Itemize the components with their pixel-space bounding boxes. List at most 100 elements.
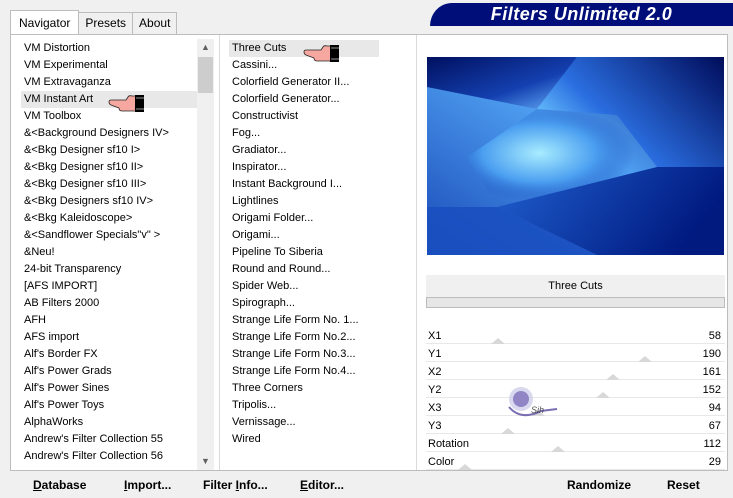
slider-track[interactable] [426,379,725,380]
filter-item[interactable]: Strange Life Form No.3... [229,346,379,363]
filter-name-label: Three Cuts [426,275,725,297]
param-label: X2 [428,366,442,378]
category-item[interactable]: VM Extravaganza [21,74,197,91]
param-slider-rotation[interactable]: Rotation 112 [426,435,725,453]
slider-knob[interactable] [501,428,515,434]
category-item[interactable]: Alf's Power Toys [21,397,197,414]
filter-list[interactable]: Three Cuts Cassini... Colorfield Generator… [229,40,379,448]
slider-knob[interactable] [458,464,472,470]
param-slider-x2[interactable]: X2 161 [426,363,725,381]
param-slider-x1[interactable]: X1 58 [426,327,725,345]
database-button[interactable]: Database [33,474,86,496]
filter-item[interactable]: Constructivist [229,108,379,125]
scroll-down-arrow-icon[interactable]: ▼ [197,453,214,470]
slider-track[interactable] [426,433,725,434]
category-item[interactable]: AB Filters 2000 [21,295,197,312]
param-value: 58 [708,330,721,342]
category-item[interactable]: &<Bkg Designer sf10 III> [21,176,197,193]
filter-item[interactable]: Round and Round... [229,261,379,278]
filter-item[interactable]: Wired [229,431,379,448]
param-value: 152 [702,384,721,396]
slider-knob[interactable] [596,392,610,398]
filter-item[interactable]: Colorfield Generator II... [229,74,379,91]
category-item[interactable]: [AFS IMPORT] [21,278,197,295]
filter-item[interactable]: Spirograph... [229,295,379,312]
param-slider-y1[interactable]: Y1 190 [426,345,725,363]
category-item[interactable]: &<Bkg Kaleidoscope> [21,210,197,227]
category-item[interactable]: &<Bkg Designer sf10 II> [21,159,197,176]
param-label: Y1 [428,348,442,360]
param-label: Y3 [428,420,442,432]
filter-item[interactable]: Pipeline To Siberia [229,244,379,261]
editor-button[interactable]: Editor... [300,474,344,496]
scroll-up-arrow-icon[interactable]: ▲ [197,39,214,56]
tab-presets[interactable]: Presets [78,12,134,34]
randomize-button[interactable]: Randomize [567,474,631,496]
import-button[interactable]: Import... [124,474,171,496]
hand-pointer-icon [108,95,144,112]
slider-knob[interactable] [606,374,620,380]
filter-item[interactable]: Instant Background I... [229,176,379,193]
slider-track[interactable] [426,343,725,344]
progress-bar [426,297,725,308]
param-value: 112 [703,438,721,450]
category-item[interactable]: &<Sandflower Specials"v" > [21,227,197,244]
filter-info-button[interactable]: Filter Info... [203,474,268,496]
slider-track[interactable] [426,415,725,416]
list-divider [219,35,220,470]
filter-item[interactable]: Three Corners [229,380,379,397]
slider-knob[interactable] [491,338,505,344]
filter-item[interactable]: Vernissage... [229,414,379,431]
param-value: 67 [708,420,721,432]
filter-item[interactable]: Strange Life Form No.4... [229,363,379,380]
category-scrollbar[interactable]: ▲ ▼ [197,39,214,470]
category-item[interactable]: VM Experimental [21,57,197,74]
slider-track[interactable] [426,397,725,398]
slider-knob[interactable] [551,446,565,452]
category-item[interactable]: AlphaWorks [21,414,197,431]
param-slider-y3[interactable]: Y3 67 [426,417,725,435]
tab-bar: Navigator Presets About [10,10,178,34]
category-item[interactable]: &<Bkg Designer sf10 I> [21,142,197,159]
preview-image [427,57,724,255]
param-slider-x3[interactable]: X3 94 [426,399,725,417]
filter-item[interactable]: Tripolis... [229,397,379,414]
param-slider-color[interactable]: Color 29 [426,453,725,471]
category-item[interactable]: &<Background Designers IV> [21,125,197,142]
filter-item[interactable]: Origami... [229,227,379,244]
category-item[interactable]: VM Distortion [21,40,197,57]
tab-about[interactable]: About [132,12,178,34]
scroll-thumb[interactable] [198,57,213,93]
filter-item[interactable]: Inspirator... [229,159,379,176]
filter-item[interactable]: Fog... [229,125,379,142]
param-slider-y2[interactable]: Y2 152 [426,381,725,399]
filter-item[interactable]: Spider Web... [229,278,379,295]
title-banner: Filters Unlimited 2.0 [430,3,733,26]
tab-navigator[interactable]: Navigator [10,10,80,34]
filter-item[interactable]: Origami Folder... [229,210,379,227]
watermark-logo: Sih [508,387,558,417]
param-label: Color [428,456,455,468]
category-item[interactable]: AFH [21,312,197,329]
category-item[interactable]: Alf's Power Sines [21,380,197,397]
category-item[interactable]: &Neu! [21,244,197,261]
category-item[interactable]: Alf's Border FX [21,346,197,363]
filter-item[interactable]: Colorfield Generator... [229,91,379,108]
param-value: 190 [702,348,721,360]
filter-item[interactable]: Gradiator... [229,142,379,159]
category-item[interactable]: &<Bkg Designers sf10 IV> [21,193,197,210]
reset-button[interactable]: Reset [667,474,700,496]
category-item[interactable]: Andrew's Filter Collection 56 [21,448,197,465]
category-item[interactable]: AFS import [21,329,197,346]
slider-knob[interactable] [638,356,652,362]
filter-item[interactable]: Strange Life Form No. 1... [229,312,379,329]
param-label: X3 [428,402,442,414]
hand-pointer-icon [303,45,339,62]
slider-track[interactable] [426,451,725,452]
category-item[interactable]: Andrew's Filter Collection 55 [21,431,197,448]
category-item[interactable]: 24-bit Transparency [21,261,197,278]
filter-item[interactable]: Lightlines [229,193,379,210]
slider-track[interactable] [426,361,725,362]
filter-item[interactable]: Strange Life Form No.2... [229,329,379,346]
category-item[interactable]: Alf's Power Grads [21,363,197,380]
